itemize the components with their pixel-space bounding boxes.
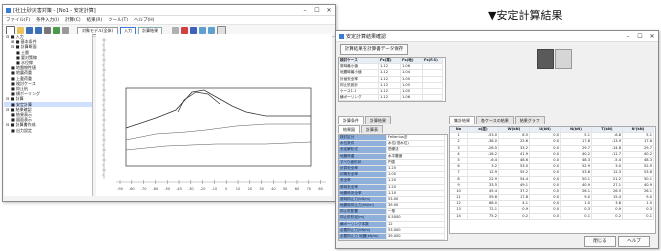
menu-bar: ファイル(F) 条件入力(I) 計算(C) 結果(R) ツール(T) ヘルプ(H) [3,16,335,25]
ruler-label: -70 [141,187,147,191]
tab[interactable]: 結果グラフ [514,116,545,124]
tab[interactable]: 計算条件 [338,116,364,124]
ruler-label: -30 [188,187,194,191]
table-cell: 0.2 [592,213,623,220]
slice-result-table: No α(度) W(kN) U(kN) N(kN) T(kN) N'(kN) 1 -53.0 8.… [449,126,656,234]
ruler-label: -40 [176,187,182,191]
minimize-icon[interactable]: – [299,7,311,14]
ruler-label: 80 [318,187,322,191]
property-value: 39.000 [387,234,445,241]
tab[interactable]: 集計結果 [449,116,475,124]
condition-tabs: 計算条件 計算結果 [338,116,446,124]
cross-section-canvas: -90 -80 -70 -60 -50 -40 -30 -20 -10 0 10 20 30 40 50 60… [96,34,332,196]
pin-icon[interactable] [190,27,198,34]
tab[interactable]: 計算表 [361,125,383,133]
print-icon[interactable] [44,27,51,34]
view-tabs: 結果図 計算表 [338,125,446,133]
navigation-tree: ⊟ ■ 入力 ⊞ ■ 基本条件 ⊟ ■ 計算断面 ■ 土層 ■ 要対策線 ■ 水位線 ■ 地… [4,34,93,196]
app-icon [6,7,11,13]
calc-icon[interactable] [53,27,60,34]
section-frame [125,87,312,167]
menu-item[interactable]: 結果(R) [84,17,106,23]
slip-circle-line [177,91,221,113]
property-label: 必要抑止力 地震(kN/m) [339,234,387,241]
tab[interactable]: 結果図 [338,125,360,133]
ruler-label: 0 [225,187,227,191]
ruler-label: 50 [283,187,287,191]
ruler-label: -60 [153,187,159,191]
ruler-label: -80 [129,187,135,191]
save-icon[interactable] [26,27,33,34]
ruler-label: 20 [248,187,252,191]
table-cell: 0.0 [530,213,561,220]
swatch-dark [537,49,554,69]
close-button[interactable]: 閉じる [584,236,616,247]
result-tabs: 集計結果 各ケースの結果 結果グラフ [449,116,655,124]
ruler-label: -90 [117,187,123,191]
tab[interactable]: 計算結果 [365,116,391,124]
ruler-label: 10 [236,187,240,191]
table-cell: 横ボーリング [339,95,379,102]
layer-boundary-line [125,141,312,151]
minimize-icon[interactable]: – [622,33,634,40]
dialog-title-bar: 安定計算結果確認 – ☐ ✕ [336,31,658,42]
table-cell: 14 [450,213,468,220]
help-button[interactable]: ヘルプ [618,236,650,247]
ruler-label: -10 [212,187,218,191]
save-results-button[interactable]: 計算結果を計算書データ保存 [340,44,408,55]
table-cell: 75.2 [468,213,499,220]
tree-item[interactable]: ■ 出力設定 [4,128,92,133]
zoom-in-icon[interactable] [199,27,207,34]
close-icon[interactable]: ✕ [323,7,335,14]
menu-item[interactable]: ヘルプ(H) [131,17,157,23]
menu-item[interactable]: ツール(T) [105,17,131,23]
ruler-label: 60 [295,187,299,191]
cross-section-drawing: -90 -80 -70 -60 -50 -40 -30 -20 -10 0 10 20 30 40 50 60… [102,38,326,191]
color-icon[interactable] [181,27,189,34]
ruler-label: -50 [164,187,170,191]
zoom-out-icon[interactable] [208,27,216,34]
open-folder-icon[interactable] [17,27,24,34]
table-cell: 1.12 [379,95,401,102]
property-grid: 検討区分 Fellenius法 水位条件 水位(低水位) 安定解析式 簡便法 地震荷重 水平震… [338,134,448,242]
window-title: [社]土砂災害対策 - [No1 - 安定計算] [13,7,96,14]
swatch-light [555,49,572,69]
title-bar: [社]土砂災害対策 - [No1 - 安定計算] – ☐ ✕ [3,5,335,16]
dialog-icon [339,33,344,39]
case-summary-table: 検討ケース Fs(常) Fs(地) Fs(F.S) 常時最小値 1.12 1.06 地震時最小… [338,57,446,103]
table-cell: 1.06 [401,95,423,102]
ruler-label: 40 [271,187,275,191]
tab[interactable]: 各ケースの結果 [476,116,514,124]
maximize-icon[interactable]: ☐ [311,7,323,14]
menu-item[interactable]: 条件入力(I) [33,17,62,23]
grid-icon[interactable] [172,27,180,34]
table-cell: 0.2 [499,213,530,220]
settings-icon[interactable] [62,27,69,34]
table-cell: 0.1 [561,213,592,220]
dialog-title: 安定計算結果確認 [346,33,387,40]
close-icon[interactable]: ✕ [646,33,658,40]
layer-boundary-line [125,123,311,141]
ground-surface-line [125,89,311,129]
table-cell [423,95,443,102]
save-as-icon[interactable] [35,27,42,34]
ruler-label: -20 [200,187,206,191]
ruler-label: 70 [307,187,311,191]
menu-item[interactable]: 計算(C) [62,17,84,23]
menu-item[interactable]: ファイル(F) [3,17,33,23]
table-cell: 0.1 [623,213,654,220]
section-caption: ▼安定計算結果 [488,9,563,22]
maximize-icon[interactable]: ☐ [634,33,646,40]
ruler-label: 30 [259,187,263,191]
